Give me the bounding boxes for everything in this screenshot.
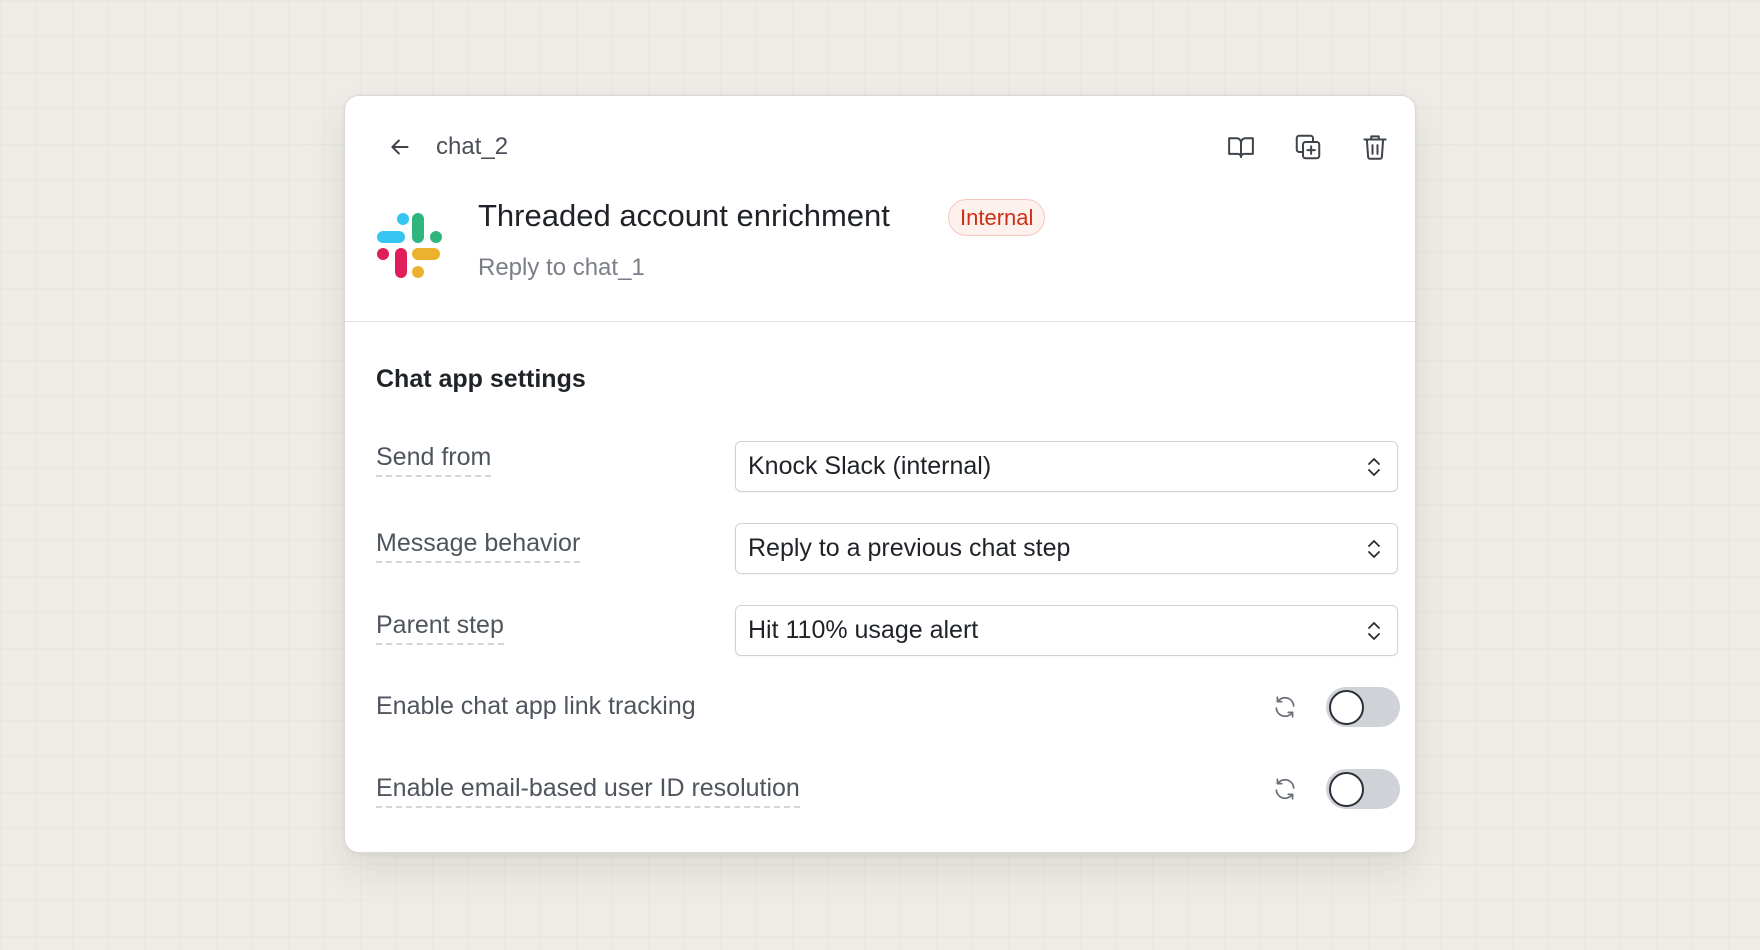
chevron-up-down-icon [1368,540,1380,558]
email-resolution-label: Enable email-based user ID resolution [376,772,800,808]
message-behavior-select[interactable]: Reply to a previous chat step [735,523,1398,574]
message-behavior-label: Message behavior [376,527,581,563]
delete-button[interactable] [1357,129,1393,165]
refresh-icon [1275,696,1295,718]
reset-email-resolution-button[interactable] [1270,774,1300,804]
chevron-up-down-icon [1368,458,1380,476]
toggle-knob [1329,690,1364,725]
refresh-icon [1275,778,1295,800]
arrow-left-icon [391,139,409,155]
message-behavior-value: Reply to a previous chat step [748,534,1071,562]
book-open-icon [1228,137,1254,158]
internal-badge: Internal [948,199,1046,236]
breadcrumb: chat_2 [436,133,509,160]
step-title: Threaded account enrichment [478,198,890,233]
panel-header: chat_2 Threaded account enrichment Inter… [345,96,1415,322]
parent-step-value: Hit 110% usage alert [748,616,979,644]
link-tracking-toggle[interactable] [1326,687,1400,727]
trash-icon [1363,135,1387,160]
send-from-label: Send from [376,441,492,477]
slack-logo [377,213,442,278]
section-title: Chat app settings [376,365,586,393]
email-resolution-toggle[interactable] [1326,769,1400,809]
duplicate-button[interactable] [1290,129,1326,165]
link-tracking-label: Enable chat app link tracking [376,692,696,720]
reset-link-tracking-button[interactable] [1270,692,1300,722]
docs-button[interactable] [1223,129,1259,165]
send-from-value: Knock Slack (internal) [748,452,992,480]
step-subtitle: Reply to chat_1 [478,254,645,281]
chevron-up-down-icon [1368,622,1380,640]
back-button[interactable] [383,130,417,164]
parent-step-label: Parent step [376,609,504,645]
chat-step-panel: chat_2 Threaded account enrichment Inter… [344,95,1416,853]
duplicate-icon [1295,134,1321,160]
send-from-select[interactable]: Knock Slack (internal) [735,441,1398,492]
toggle-knob [1329,772,1364,807]
parent-step-select[interactable]: Hit 110% usage alert [735,605,1398,656]
